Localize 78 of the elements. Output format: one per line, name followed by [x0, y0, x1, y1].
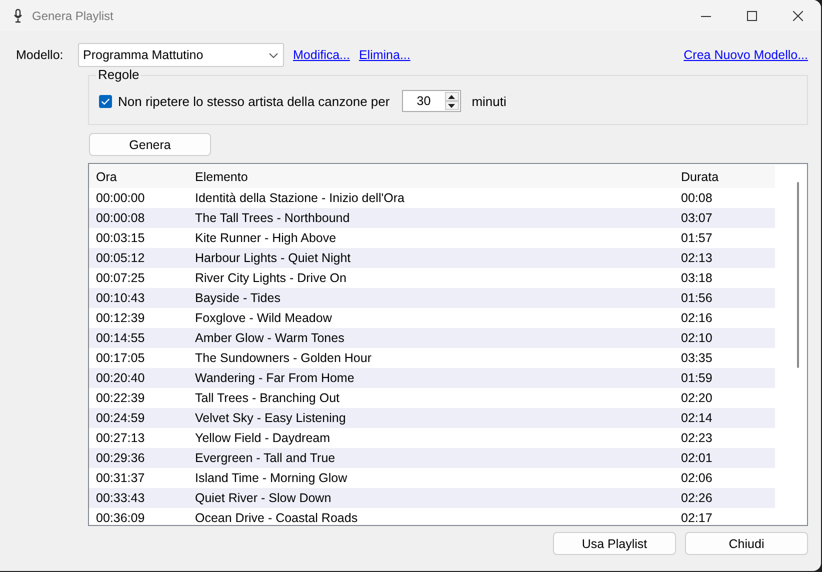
- table-cell-text: Kite Runner - High Above: [194, 231, 338, 245]
- table-cell-text: 00:31:37: [95, 471, 146, 485]
- table-cell-text: 00:00:00: [95, 191, 146, 205]
- table-cell-text: 02:17: [680, 511, 712, 525]
- table-cell-text: 02:23: [680, 431, 712, 445]
- table-cell-text: The Tall Trees - Northbound: [194, 211, 351, 225]
- table-cell-text: Wandering - Far From Home: [194, 371, 356, 385]
- template-link[interactable]: Elimina...: [358, 48, 410, 62]
- table-cell-text: Quiet River - Slow Down: [194, 491, 332, 505]
- table-cell-text: Harbour Lights - Quiet Night: [194, 251, 352, 265]
- table-cell-text: Tall Trees - Branching Out: [194, 391, 341, 405]
- table-cell-text: The Sundowners - Golden Hour: [194, 351, 372, 365]
- rule-label: Non ripetere lo stesso artista della canzone per: [118, 94, 390, 108]
- table-cell-text: Foxglove - Wild Meadow: [194, 311, 333, 325]
- table-cell-text: 00:00:08: [95, 211, 146, 225]
- checkmark-icon: [101, 98, 110, 104]
- table-cell-text: 00:05:12: [95, 251, 146, 265]
- spin-up-button[interactable]: [444, 92, 459, 101]
- table-cell-text: 01:59: [680, 371, 712, 385]
- close-icon: [793, 10, 803, 20]
- table-cell-text: 02:20: [680, 391, 712, 405]
- minutes-spinner[interactable]: 30: [402, 90, 461, 112]
- table-cell-text: 01:56: [680, 291, 712, 305]
- table-cell-text: 00:17:05: [95, 351, 146, 365]
- table-cell-text: 03:35: [680, 351, 712, 365]
- table-cell-text: 02:01: [680, 451, 712, 465]
- table-cell-text: 00:36:09: [95, 511, 146, 525]
- checkbox[interactable]: [99, 94, 112, 108]
- column-header[interactable]: Durata: [674, 170, 719, 184]
- template-dropdown[interactable]: Programma Mattutino: [78, 43, 284, 67]
- table-cell-text: Amber Glow - Warm Tones: [194, 331, 346, 345]
- table-cell-text: 01:57: [680, 231, 712, 245]
- column-header[interactable]: Elemento: [188, 170, 674, 184]
- table-cell-text: 00:20:40: [95, 371, 146, 385]
- table-cell-text: Yellow Field - Daydream: [194, 431, 332, 445]
- group-title: Regole: [96, 67, 142, 82]
- table-cell-text: 03:18: [680, 271, 712, 285]
- spin-down-button[interactable]: [444, 101, 459, 110]
- generate-button[interactable]: Genera: [89, 133, 211, 156]
- table-cell-text: 00:14:55: [95, 331, 146, 345]
- triangle-down-icon: [448, 104, 456, 108]
- table-cell-text: 02:26: [680, 491, 712, 505]
- table-cell-text: 00:08: [680, 191, 712, 205]
- table-cell-text: 03:07: [680, 211, 712, 225]
- chevron-down-icon: [269, 52, 278, 58]
- column-header[interactable]: Ora: [89, 170, 188, 184]
- table-cell-text: 02:13: [680, 251, 712, 265]
- table-cell-text: Identità della Stazione - Inizio dell'Ora: [194, 191, 406, 205]
- table-cell-text: Ocean Drive - Coastal Roads: [194, 511, 359, 525]
- table-cell-text: 02:10: [680, 331, 712, 345]
- table-cell-text: 00:29:36: [95, 451, 146, 465]
- table-cell-text: 02:06: [680, 471, 712, 485]
- dialog-button[interactable]: Usa Playlist: [553, 532, 676, 555]
- unit-label: minuti: [472, 94, 506, 108]
- table-cell-text: Bayside - Tides: [194, 291, 282, 305]
- table-cell-text: 00:27:13: [95, 431, 146, 445]
- table-cell-text: 00:10:43: [95, 291, 146, 305]
- new-template-link[interactable]: Crea Nuovo Modello...: [684, 48, 808, 62]
- triangle-up-icon: [448, 94, 456, 98]
- dialog-button[interactable]: Chiudi: [685, 532, 808, 555]
- template-label: Modello:: [16, 48, 64, 62]
- table-cell-text: 00:03:15: [95, 231, 146, 245]
- scrollbar-thumb[interactable]: [797, 182, 799, 368]
- table-cell-text: Evergreen - Tall and True: [194, 451, 336, 465]
- microphone-icon: [13, 8, 23, 22]
- table-cell-text: 00:07:25: [95, 271, 146, 285]
- table-cell-text: 00:24:59: [95, 411, 146, 425]
- template-link[interactable]: Modifica...: [293, 48, 350, 62]
- table-cell-text: 02:14: [680, 411, 712, 425]
- table-cell-text: 00:12:39: [95, 311, 146, 325]
- table-cell-text: River City Lights - Drive On: [194, 271, 348, 285]
- window-title: Genera Playlist: [32, 8, 114, 22]
- table-cell-text: Island Time - Morning Glow: [194, 471, 348, 485]
- table-cell-text: Velvet Sky - Easy Listening: [194, 411, 347, 425]
- table-cell-text: 00:22:39: [95, 391, 146, 405]
- table-cell-text: 00:33:43: [95, 491, 146, 505]
- table-cell-text: 02:16: [680, 311, 712, 325]
- maximize-icon: [747, 10, 757, 20]
